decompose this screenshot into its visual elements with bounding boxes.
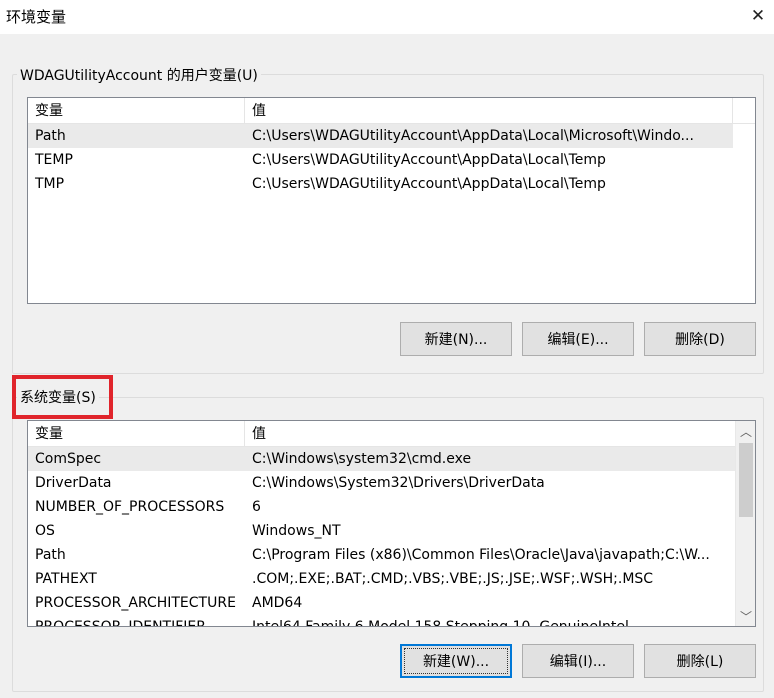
chevron-down-icon[interactable]: ﹀ (736, 606, 755, 626)
user-var-name: TEMP (35, 152, 73, 168)
system-var-value: 6 (252, 499, 261, 515)
system-var-row[interactable]: PATHEXT .COM;.EXE;.BAT;.CMD;.VBS;.VBE;.J… (28, 567, 735, 591)
column-header-value[interactable]: 值 (245, 421, 736, 447)
system-var-row[interactable]: DriverData C:\Windows\System32\Drivers\D… (28, 471, 735, 495)
system-var-row[interactable]: PROCESSOR_IDENTIFIER Intel64 Family 6 Mo… (28, 615, 735, 627)
system-var-name: ComSpec (35, 451, 102, 467)
system-var-name: NUMBER_OF_PROCESSORS (35, 499, 225, 515)
system-var-value: .COM;.EXE;.BAT;.CMD;.VBS;.VBE;.JS;.JSE;.… (252, 571, 654, 587)
system-var-row[interactable]: PROCESSOR_ARCHITECTURE AMD64 (28, 591, 735, 615)
system-var-value: AMD64 (252, 595, 303, 611)
column-header-variable[interactable]: 变量 (28, 421, 245, 447)
user-delete-button[interactable]: 删除(D) (644, 322, 756, 356)
system-var-value: C:\Windows\System32\Drivers\DriverData (252, 475, 545, 491)
user-var-name: TMP (35, 176, 65, 192)
user-variables-header: 变量 值 (28, 98, 755, 124)
system-var-row[interactable]: OS Windows_NT (28, 519, 735, 543)
system-var-value: Intel64 Family 6 Model 158 Stepping 10, … (252, 619, 629, 627)
system-variables-list[interactable]: 变量 值 ComSpec C:\Windows\system32\cmd.exe… (27, 420, 756, 627)
user-variables-list[interactable]: 变量 值 Path C:\Users\WDAGUtilityAccount\Ap… (27, 97, 756, 304)
system-var-name: OS (35, 523, 55, 539)
highlight-annotation (12, 375, 113, 419)
system-edit-button[interactable]: 编辑(I)... (522, 644, 634, 678)
user-var-row[interactable]: Path C:\Users\WDAGUtilityAccount\AppData… (28, 124, 733, 148)
system-list-scrollbar[interactable]: ︿ ﹀ (735, 421, 755, 626)
user-var-value: C:\Users\WDAGUtilityAccount\AppData\Loca… (252, 176, 606, 192)
chevron-up-icon[interactable]: ︿ (736, 421, 755, 441)
title-bar: 环境变量 ✕ (0, 0, 774, 34)
window-title: 环境变量 (6, 8, 67, 26)
system-var-name: PROCESSOR_IDENTIFIER (35, 619, 206, 627)
system-var-name: DriverData (35, 475, 112, 491)
system-var-value: Windows_NT (252, 523, 341, 539)
user-var-row[interactable]: TEMP C:\Users\WDAGUtilityAccount\AppData… (28, 148, 755, 172)
close-icon[interactable]: ✕ (746, 4, 770, 28)
system-var-row[interactable]: NUMBER_OF_PROCESSORS 6 (28, 495, 735, 519)
system-variables-header: 变量 值 (28, 421, 736, 447)
user-var-row[interactable]: TMP C:\Users\WDAGUtilityAccount\AppData\… (28, 172, 755, 196)
user-edit-button[interactable]: 编辑(E)... (522, 322, 634, 356)
user-var-name: Path (35, 128, 66, 144)
system-var-value: C:\Program Files (x86)\Common Files\Orac… (252, 547, 710, 563)
system-var-name: Path (35, 547, 66, 563)
system-delete-button[interactable]: 删除(L) (644, 644, 756, 678)
user-variables-legend: WDAGUtilityAccount 的用户变量(U) (17, 65, 261, 85)
column-header-value[interactable]: 值 (245, 98, 733, 124)
system-var-value: C:\Windows\system32\cmd.exe (252, 451, 472, 467)
system-var-name: PROCESSOR_ARCHITECTURE (35, 595, 236, 611)
user-var-value: C:\Users\WDAGUtilityAccount\AppData\Loca… (252, 152, 606, 168)
user-var-value: C:\Users\WDAGUtilityAccount\AppData\Loca… (252, 128, 694, 144)
scrollbar-thumb[interactable] (739, 443, 753, 517)
focus-rect (404, 648, 508, 674)
system-new-button[interactable]: 新建(W)... (400, 644, 512, 678)
system-var-name: PATHEXT (35, 571, 97, 587)
system-var-row[interactable]: Path C:\Program Files (x86)\Common Files… (28, 543, 735, 567)
column-header-variable[interactable]: 变量 (28, 98, 245, 124)
user-new-button[interactable]: 新建(N)... (400, 322, 512, 356)
system-var-row[interactable]: ComSpec C:\Windows\system32\cmd.exe (28, 447, 735, 471)
